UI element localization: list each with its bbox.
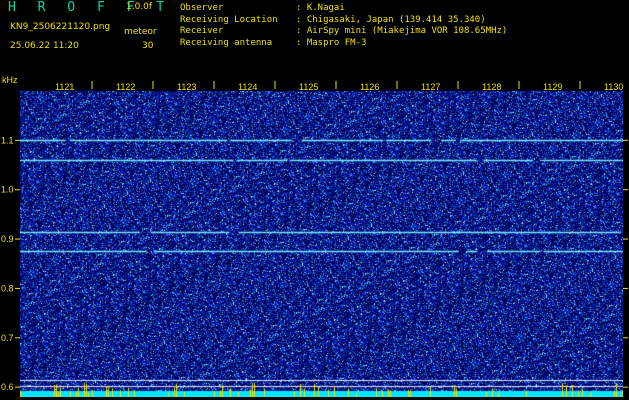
time-tick-label: 1121 [55, 82, 74, 92]
info-row-location: Receiving Location : Chigasaki, Japan (13… [180, 15, 507, 27]
datetime-label: 25.06.22 11:20 [10, 41, 79, 51]
mode-label: meteor [124, 27, 157, 37]
freq-tick-label: 0.6 [1, 382, 14, 392]
time-tick-label: 1129 [543, 82, 562, 92]
info-row-receiver: Receiver : AirSpy mini (Miakejima VOR 108… [180, 26, 507, 38]
info-label: Receiver [180, 26, 224, 36]
info-label: Observer [180, 3, 224, 13]
time-tick-label: 1130 [604, 82, 623, 92]
filename-label: KN9_2506221120.png [10, 22, 111, 32]
info-value: : K.Nagai [296, 3, 345, 13]
info-value: : Maspro FM-3 [296, 37, 367, 48]
time-tick-label: 1122 [116, 82, 135, 92]
freq-tick-label: 1.1 [1, 135, 14, 145]
freq-tick-label: 1.0 [1, 185, 14, 195]
freq-tick-label: 0.7 [1, 333, 14, 343]
version-label: 1.0.0f [126, 2, 153, 12]
spectrogram-panel: kHz 1121 1122 1123 1124 1125 1126 1127 1128 1129… [0, 73, 629, 400]
time-tick-label: 1128 [482, 82, 501, 92]
spectrogram-axes: kHz 1121 1122 1123 1124 1125 1126 1127 1128 1129… [1, 75, 628, 392]
frequency-axis: 1.1 1.0 0.9 0.8 0.7 0.6 [1, 135, 628, 392]
info-row-antenna: Receiving antenna : Maspro FM-3 [180, 38, 507, 50]
freq-tick-label: 0.8 [1, 283, 14, 293]
time-tick-label: 1125 [299, 82, 318, 92]
time-tick-label: 1126 [360, 82, 379, 92]
info-value: : AirSpy mini (Miakejima VOR 108.65MHz) [296, 26, 508, 36]
station-info: Observer : K.Nagai Receiving Location : Ch… [180, 3, 507, 49]
freq-tick-label: 0.9 [1, 234, 14, 244]
time-axis: 1121 1122 1123 1124 1125 1126 1127 1128 1129 1130 [55, 81, 623, 92]
time-tick-label: 1124 [238, 82, 257, 92]
y-unit-label: kHz [2, 75, 18, 85]
info-label: Receiving Location [180, 14, 278, 25]
header-panel: H R O F F T 1.0.0f KN9_2506221120.png me… [0, 0, 629, 73]
info-value: : Chigasaki, Japan (139.414 35.340) [296, 14, 486, 25]
info-row-observer: Observer : K.Nagai [180, 3, 507, 15]
time-tick-label: 1127 [421, 82, 440, 92]
mode-value: 30 [142, 41, 154, 51]
info-label: Receiving antenna [180, 37, 273, 48]
time-tick-label: 1123 [177, 82, 196, 92]
